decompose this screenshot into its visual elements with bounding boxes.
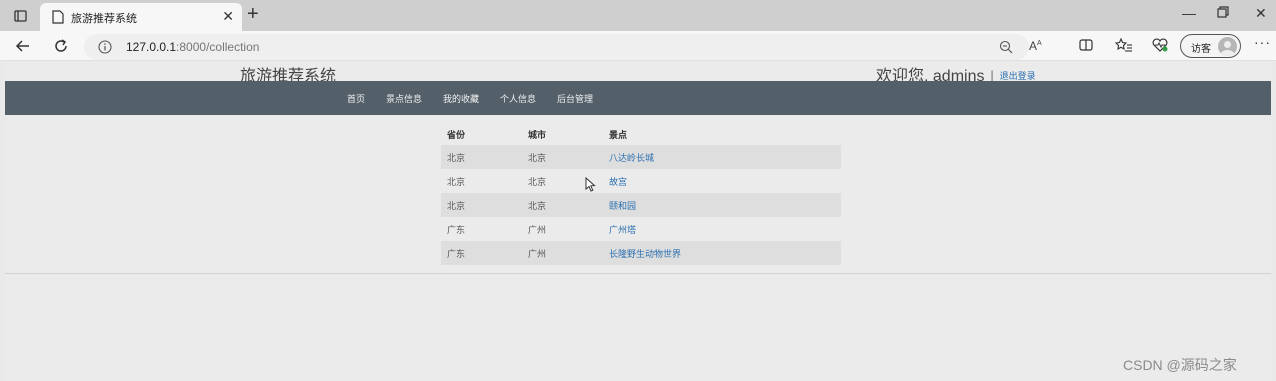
minimize-icon[interactable]: — [1182, 5, 1196, 21]
new-tab-icon[interactable]: + [247, 4, 259, 24]
cell-province: 广东 [447, 224, 466, 235]
cell-province: 广东 [441, 241, 522, 265]
tab-actions-icon[interactable] [10, 6, 30, 26]
nav-profile[interactable]: 个人信息 [500, 92, 536, 105]
page-content: 旅游推荐系统 欢迎您, admins | 退出登录 首页 景点信息 我的收藏 个人信… [5, 62, 1271, 381]
favorites-icon[interactable] [1114, 37, 1133, 58]
footer-divider [5, 273, 1271, 274]
url-host: 127.0.0.1 [126, 40, 177, 54]
logout-link[interactable]: 退出登录 [1000, 71, 1036, 81]
cell-attraction: 八达岭长城 [603, 145, 841, 169]
header-attraction: 景点 [609, 129, 628, 140]
attraction-link[interactable]: 八达岭长城 [609, 153, 654, 163]
cell-attraction: 颐和园 [603, 193, 841, 217]
site-info-icon[interactable] [98, 40, 112, 59]
browser-essentials-icon[interactable] [1151, 37, 1169, 58]
header-city: 城市 [528, 129, 547, 140]
table-row: 北京 北京 故宫 [441, 169, 841, 193]
table-row: 广东 广州 长隆野生动物世界 [441, 241, 841, 265]
url-path: :8000/collection [176, 40, 260, 54]
watermark: CSDN @源码之家 [1123, 357, 1237, 373]
refresh-icon[interactable] [52, 37, 70, 60]
header-province: 省份 [447, 129, 466, 140]
close-tab-icon[interactable]: ✕ [222, 8, 234, 25]
attraction-link[interactable]: 广州塔 [609, 225, 636, 235]
browser-tab[interactable]: 旅游推荐系统 ✕ [40, 3, 242, 31]
restore-icon[interactable] [1217, 5, 1229, 21]
read-aloud-icon[interactable]: AA [1029, 39, 1042, 53]
nav-favorites[interactable]: 我的收藏 [443, 92, 479, 105]
cell-city: 广州 [528, 224, 547, 235]
browser-tab-bar: 旅游推荐系统 ✕ + — ✕ [0, 0, 1276, 31]
cell-province: 北京 [441, 193, 522, 217]
cell-attraction: 故宫 [603, 169, 841, 193]
cell-city: 北京 [522, 145, 603, 169]
cell-attraction: 长隆野生动物世界 [603, 241, 841, 265]
tab-title: 旅游推荐系统 [71, 13, 137, 25]
nav-home[interactable]: 首页 [347, 92, 365, 105]
attraction-link[interactable]: 颐和园 [609, 201, 636, 211]
attraction-link[interactable]: 长隆野生动物世界 [609, 249, 681, 259]
more-options-icon[interactable]: ··· [1254, 34, 1271, 50]
nav-admin[interactable]: 后台管理 [557, 92, 593, 105]
cell-attraction: 广州塔 [603, 217, 841, 241]
zoom-out-icon[interactable] [999, 40, 1013, 59]
cell-city: 广州 [522, 241, 603, 265]
separator: | [990, 68, 994, 82]
url-text: 127.0.0.1:8000/collection [126, 40, 259, 54]
table-row: 北京 北京 八达岭长城 [441, 145, 841, 169]
table-row: 北京 北京 颐和园 [441, 193, 841, 217]
avatar-icon [1218, 37, 1237, 56]
page-icon [52, 10, 64, 29]
profile-button[interactable]: 访客 [1180, 34, 1241, 58]
collection-table: 省份 城市 景点 北京 北京 八达岭长城 北京 北京 故宫 北京 北京 颐和园 … [441, 123, 841, 265]
mouse-cursor-icon [585, 176, 597, 198]
table-row: 广东 广州 广州塔 [441, 217, 841, 241]
nav-attractions[interactable]: 景点信息 [386, 92, 422, 105]
cell-province: 北京 [441, 145, 522, 169]
close-window-icon[interactable]: ✕ [1255, 5, 1267, 22]
split-screen-icon[interactable] [1078, 37, 1094, 58]
cell-province: 北京 [447, 176, 466, 187]
profile-label: 访客 [1191, 44, 1211, 55]
main-nav: 首页 景点信息 我的收藏 个人信息 后台管理 [5, 81, 1271, 115]
browser-toolbar: 127.0.0.1:8000/collection AA 访客 [0, 31, 1276, 61]
table-header-row: 省份 城市 景点 [441, 123, 841, 145]
attraction-link[interactable]: 故宫 [609, 177, 627, 187]
address-bar[interactable]: 127.0.0.1:8000/collection AA [84, 34, 1042, 60]
back-icon[interactable] [14, 37, 32, 60]
